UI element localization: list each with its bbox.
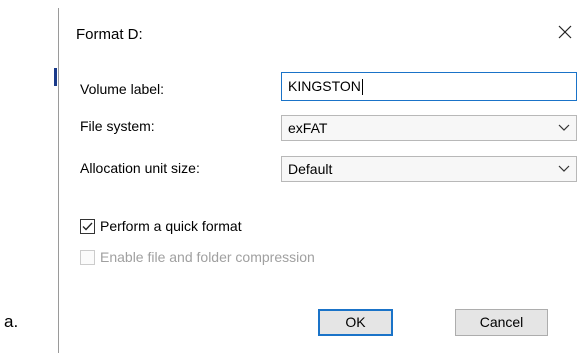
file-system-value: exFAT — [288, 120, 328, 136]
ok-button[interactable]: OK — [318, 309, 393, 336]
cancel-button[interactable]: Cancel — [455, 309, 548, 336]
quick-format-option[interactable]: Perform a quick format — [80, 216, 242, 236]
volume-label-input[interactable]: KINGSTON — [281, 72, 577, 101]
quick-format-checkbox[interactable] — [80, 218, 95, 234]
allocation-unit-size-value: Default — [288, 161, 333, 177]
volume-label-value: KINGSTON — [288, 78, 361, 94]
window-left-accent — [54, 68, 57, 86]
checkmark-icon — [82, 222, 93, 230]
text-caret — [361, 79, 363, 96]
compression-label: Enable file and folder compression — [100, 249, 315, 265]
quick-format-label: Perform a quick format — [100, 218, 242, 234]
file-system-select[interactable]: exFAT — [281, 115, 577, 141]
close-icon — [558, 25, 572, 39]
page: a. Format D: Volume label: KINGSTON File… — [0, 0, 579, 353]
format-dialog: Format D: Volume label: KINGSTON File sy… — [59, 0, 579, 353]
compression-option: Enable file and folder compression — [80, 247, 315, 267]
dialog-title: Format D: — [76, 26, 143, 43]
compression-checkbox — [80, 249, 95, 265]
volume-label-label: Volume label: — [80, 81, 165, 97]
allocation-unit-size-select[interactable]: Default — [281, 156, 577, 182]
chevron-down-icon — [558, 165, 570, 172]
file-system-label: File system: — [80, 118, 155, 134]
close-button[interactable] — [553, 20, 577, 44]
list-marker: a. — [4, 312, 19, 331]
allocation-unit-size-label: Allocation unit size: — [80, 160, 200, 176]
chevron-down-icon — [558, 124, 570, 131]
